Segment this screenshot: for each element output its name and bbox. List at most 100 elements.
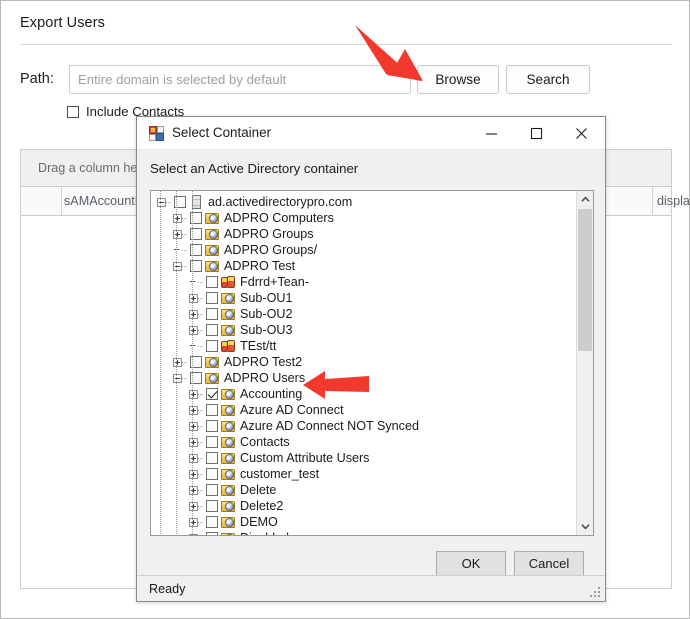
expand-icon[interactable] <box>189 533 198 535</box>
tree-node-list: ad.activedirectorypro.com ADPRO Computers… <box>151 191 576 535</box>
tree-connector <box>198 489 204 491</box>
tree-node[interactable]: Sub-OU3 <box>151 322 576 338</box>
expand-icon[interactable] <box>189 421 198 431</box>
checkbox-icon[interactable] <box>206 292 218 304</box>
tree-node[interactable]: ADPRO Users <box>151 370 576 386</box>
expand-icon[interactable] <box>189 453 198 463</box>
dialog-prompt: Select an Active Directory container <box>150 161 359 176</box>
tree-node[interactable]: Sub-OU1 <box>151 290 576 306</box>
checkbox-icon[interactable] <box>206 532 218 535</box>
tree-node[interactable]: ADPRO Groups/ <box>151 242 576 258</box>
tree-node[interactable]: Fdrrd+Tean- <box>151 274 576 290</box>
checkbox-icon[interactable] <box>206 324 218 336</box>
minimize-button[interactable] <box>469 117 514 149</box>
collapse-icon[interactable] <box>157 197 166 207</box>
cancel-button[interactable]: Cancel <box>514 551 584 576</box>
tree-node[interactable]: ADPRO Computers <box>151 210 576 226</box>
tree-node[interactable]: customer_test <box>151 466 576 482</box>
tree-node[interactable]: DEMO <box>151 514 576 530</box>
select-container-dialog: Select Container Select an Active Direct… <box>136 116 606 602</box>
tree-node[interactable]: ADPRO Test <box>151 258 576 274</box>
tree-node-label: ADPRO Test <box>224 259 296 273</box>
organizational-unit-icon <box>221 515 236 529</box>
scrollbar-thumb[interactable] <box>578 209 592 351</box>
checkbox-icon[interactable] <box>206 308 218 320</box>
checkbox-icon[interactable] <box>206 404 218 416</box>
tree-connector <box>198 473 204 475</box>
checkbox-icon[interactable] <box>206 468 218 480</box>
tree-node[interactable]: Custom Attribute Users <box>151 450 576 466</box>
tree-connector <box>198 441 204 443</box>
expand-icon[interactable] <box>189 325 198 335</box>
screenshot-root: Export Users Path: Browse Search Include… <box>0 0 690 619</box>
expand-icon[interactable] <box>189 485 198 495</box>
expand-icon[interactable] <box>189 389 198 399</box>
checkbox-icon[interactable] <box>206 420 218 432</box>
resize-grip-icon[interactable] <box>590 587 600 597</box>
tree-node[interactable]: Azure AD Connect NOT Synced <box>151 418 576 434</box>
tree-connector <box>182 361 188 363</box>
chevron-down-icon <box>580 524 590 530</box>
expand-icon[interactable] <box>173 229 182 239</box>
scroll-down-button[interactable] <box>577 518 593 535</box>
path-input[interactable] <box>69 65 411 94</box>
app-window-icon <box>149 126 164 141</box>
organizational-unit-icon <box>221 387 236 401</box>
scroll-up-button[interactable] <box>577 191 593 208</box>
maximize-button[interactable] <box>514 117 559 149</box>
checkbox-icon[interactable] <box>206 436 218 448</box>
tree-connector <box>198 345 204 347</box>
tree-line-stub <box>189 342 198 351</box>
checkbox-icon[interactable] <box>206 340 218 352</box>
tree-guide-line <box>160 191 161 535</box>
tree-node-label: customer_test <box>240 467 320 481</box>
tree-node[interactable]: ad.activedirectorypro.com <box>151 194 576 210</box>
expand-icon[interactable] <box>189 309 198 319</box>
collapse-icon[interactable] <box>173 261 182 271</box>
tree-node[interactable]: Contacts <box>151 434 576 450</box>
close-button[interactable] <box>559 117 604 149</box>
column-header-samaccountname[interactable]: sAMAccountN <box>64 194 144 208</box>
tree-node-label: Delete <box>240 483 277 497</box>
collapse-icon[interactable] <box>173 373 182 383</box>
tree-node[interactable]: Delete2 <box>151 498 576 514</box>
expand-icon[interactable] <box>189 469 198 479</box>
checkbox-icon[interactable] <box>206 276 218 288</box>
expand-icon[interactable] <box>189 405 198 415</box>
checkbox-icon[interactable] <box>206 452 218 464</box>
search-button[interactable]: Search <box>506 65 590 94</box>
container-tree[interactable]: ad.activedirectorypro.com ADPRO Computers… <box>150 190 594 536</box>
tree-node[interactable]: Azure AD Connect <box>151 402 576 418</box>
expand-icon[interactable] <box>189 293 198 303</box>
tree-node-label: Sub-OU2 <box>240 307 293 321</box>
tree-vertical-scrollbar[interactable] <box>576 191 593 535</box>
tree-node[interactable]: TEst/tt <box>151 338 576 354</box>
tree-node[interactable]: ADPRO Test2 <box>151 354 576 370</box>
tree-node[interactable]: Accounting <box>151 386 576 402</box>
tree-connector <box>182 377 188 379</box>
checkbox-icon[interactable] <box>206 516 218 528</box>
expand-icon[interactable] <box>189 501 198 511</box>
checkbox-checked-icon[interactable] <box>206 388 218 400</box>
checkbox-icon <box>67 105 79 118</box>
tree-node[interactable]: Delete <box>151 482 576 498</box>
dialog-statusbar: Ready <box>137 575 605 601</box>
tree-connector <box>198 457 204 459</box>
column-separator <box>652 187 653 216</box>
expand-icon[interactable] <box>189 517 198 527</box>
checkbox-icon[interactable] <box>206 500 218 512</box>
expand-icon[interactable] <box>173 213 182 223</box>
expand-icon[interactable] <box>173 357 182 367</box>
tree-node[interactable]: Sub-OU2 <box>151 306 576 322</box>
tree-node[interactable]: Disabled <box>151 530 576 535</box>
checkbox-icon[interactable] <box>206 484 218 496</box>
ok-button[interactable]: OK <box>436 551 506 576</box>
organizational-unit-icon <box>221 531 236 535</box>
dialog-titlebar[interactable]: Select Container <box>137 117 605 150</box>
organizational-unit-icon <box>205 211 220 225</box>
tree-node[interactable]: ADPRO Groups <box>151 226 576 242</box>
column-header-displayname[interactable]: displa <box>657 194 690 208</box>
browse-button[interactable]: Browse <box>417 65 499 94</box>
expand-icon[interactable] <box>189 437 198 447</box>
tree-connector <box>182 265 188 267</box>
